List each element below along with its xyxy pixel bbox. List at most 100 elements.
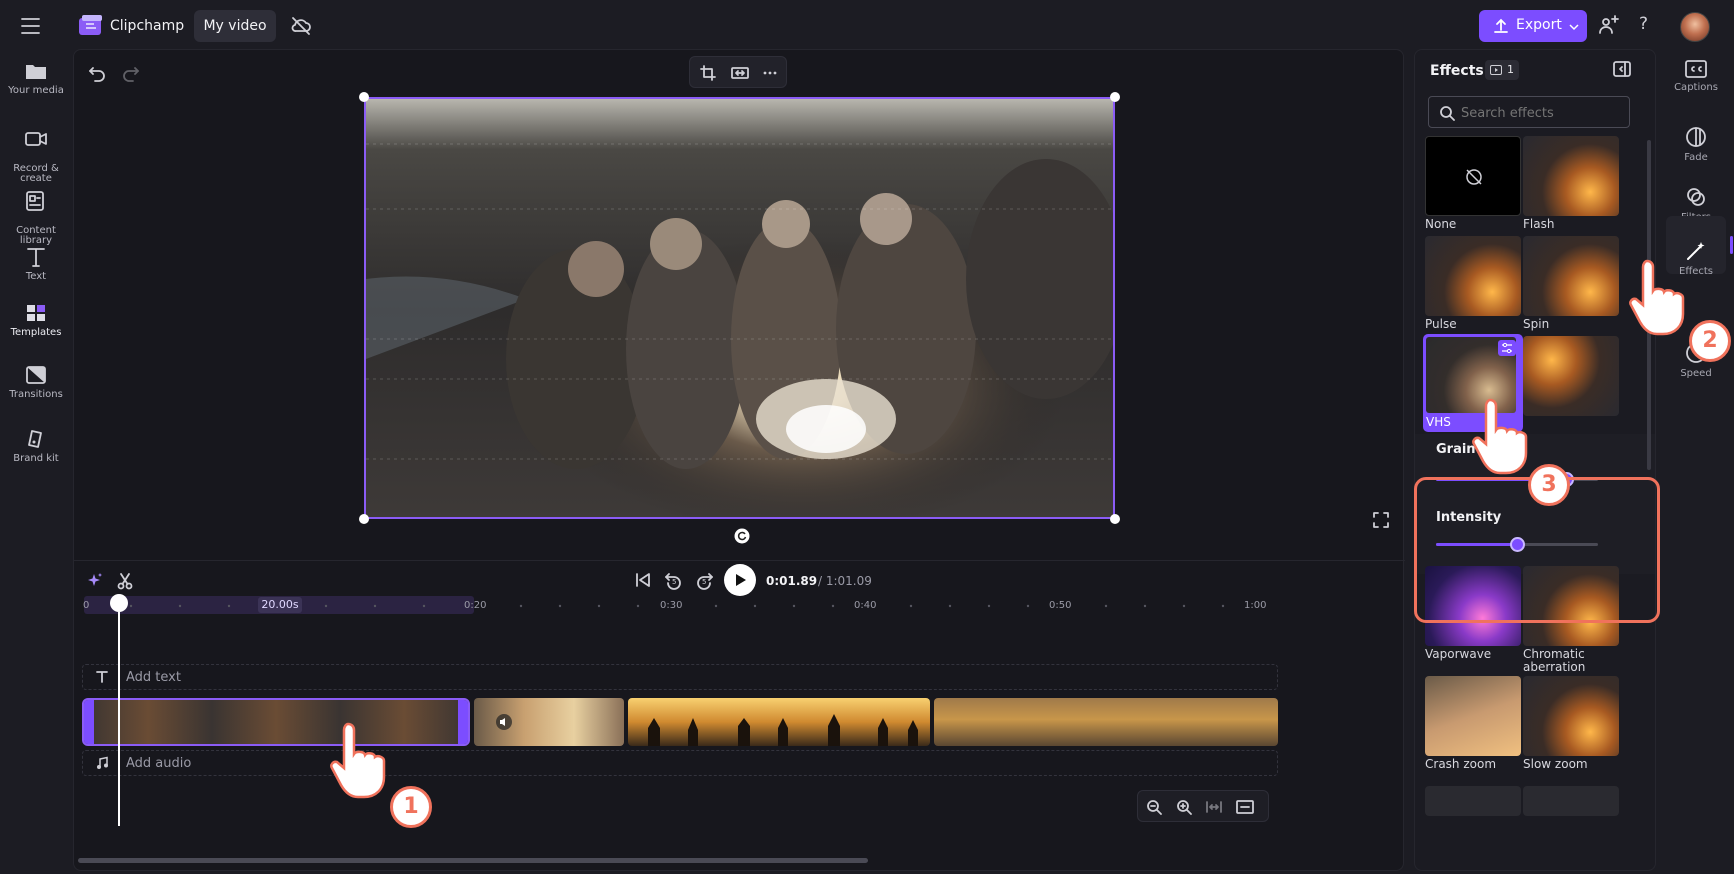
nav-content-library[interactable]: Content library — [0, 180, 72, 256]
play-button[interactable] — [724, 564, 756, 596]
undo-icon[interactable] — [88, 64, 106, 82]
fit-icon[interactable] — [731, 65, 749, 81]
effects-panel-title: Effects — [1430, 63, 1484, 79]
skip-to-start-icon[interactable] — [634, 571, 652, 589]
captions-cc-icon — [1685, 60, 1707, 78]
nav-transitions[interactable]: Transitions — [0, 364, 72, 400]
playhead-handle[interactable] — [110, 594, 128, 612]
add-text-label: Add text — [126, 670, 181, 685]
forward-seconds: 5 — [702, 578, 707, 586]
intensity-slider-thumb[interactable] — [1510, 537, 1525, 552]
nav-templates[interactable]: Templates — [0, 302, 72, 338]
active-nav-indicator — [1730, 236, 1733, 254]
clip-4[interactable] — [934, 698, 1278, 746]
more-options-icon[interactable] — [762, 65, 778, 81]
grain-slider[interactable] — [1436, 472, 1598, 487]
crop-icon[interactable] — [700, 65, 716, 81]
nav-brand-kit[interactable]: Brand kit — [0, 428, 72, 464]
zoom-out-icon[interactable] — [1146, 799, 1162, 815]
effect-tile-pulse[interactable] — [1425, 236, 1521, 316]
video-badge-icon — [1490, 65, 1502, 75]
clip-3[interactable] — [628, 698, 930, 746]
brand-kit-icon — [28, 430, 42, 448]
resize-handle-bottom-left[interactable] — [359, 514, 369, 524]
spin-thumbnail — [1523, 236, 1619, 316]
hamburger-menu-icon[interactable] — [20, 16, 42, 36]
dancing-silhouettes-image — [648, 714, 918, 746]
rewind-5-button[interactable]: 5 — [664, 570, 686, 592]
applied-effects-count: 1 — [1507, 63, 1514, 76]
preview-toolbar — [689, 56, 787, 88]
applied-effects-badge: 1 — [1485, 60, 1519, 80]
resize-handle-top-right[interactable] — [1110, 92, 1120, 102]
split-scissors-icon[interactable] — [116, 572, 134, 590]
effect-label-pulse: Pulse — [1425, 317, 1457, 331]
zoom-controls — [1137, 790, 1269, 822]
fullscreen-icon[interactable] — [1373, 512, 1389, 528]
cloud-sync-off-icon[interactable] — [290, 16, 312, 36]
grain-label: Grain — [1436, 442, 1476, 457]
right-navigation: Captions Fade Filters Effects Speed — [1658, 52, 1734, 874]
zoom-in-icon[interactable] — [1176, 799, 1192, 815]
play-icon — [736, 574, 746, 586]
nav-your-media[interactable]: Your media — [0, 60, 72, 96]
collapse-panel-icon[interactable] — [1613, 60, 1631, 78]
effect-settings-icon[interactable] — [1498, 340, 1516, 356]
nav-templates-label: Templates — [10, 327, 62, 338]
callout-badge-2: 2 — [1689, 320, 1731, 362]
effect-tile-vaporwave[interactable] — [1425, 566, 1521, 646]
resize-handle-bottom-right[interactable] — [1110, 514, 1120, 524]
effect-tile-spin[interactable] — [1523, 236, 1619, 316]
nav-captions[interactable]: Captions — [1658, 60, 1734, 93]
app-name: Clipchamp — [110, 18, 185, 34]
project-title-field[interactable]: My video — [194, 10, 276, 42]
current-time: 0:01.89 — [766, 574, 818, 588]
redo-icon[interactable] — [122, 64, 140, 82]
effect-tile-more-2[interactable] — [1523, 786, 1619, 816]
user-avatar[interactable] — [1680, 12, 1710, 42]
share-people-icon[interactable] — [1598, 15, 1620, 37]
nav-text[interactable]: Text — [0, 246, 72, 282]
search-effects-field[interactable] — [1428, 96, 1630, 128]
effect-tile-more-1[interactable] — [1425, 786, 1521, 816]
expand-timeline-icon[interactable] — [1236, 799, 1254, 815]
clip-trim-handle-right[interactable] — [458, 700, 468, 744]
campfire-scene-image — [366, 99, 1113, 517]
selected-clip-vhs[interactable] — [82, 698, 470, 746]
clip-trim-handle-left[interactable] — [84, 700, 94, 744]
nav-fade[interactable]: Fade — [1658, 126, 1734, 163]
top-bar: Clipchamp My video Export ? — [0, 0, 1734, 52]
effect-tile-crash-zoom[interactable] — [1425, 676, 1521, 756]
search-effects-input[interactable] — [1461, 103, 1621, 123]
text-t-icon — [27, 248, 45, 267]
timeline-scrollbar[interactable] — [78, 858, 868, 863]
text-track[interactable]: Add text — [82, 664, 1278, 690]
effect-tile-slow-zoom[interactable] — [1523, 676, 1619, 756]
forward-5-button[interactable]: 5 — [694, 570, 716, 592]
video-preview[interactable] — [364, 97, 1115, 519]
effect-tile-flash[interactable] — [1523, 136, 1619, 216]
intensity-label: Intensity — [1436, 510, 1502, 525]
clip-2[interactable] — [474, 698, 624, 746]
filters-icon — [1687, 188, 1705, 206]
intensity-slider[interactable] — [1436, 537, 1598, 552]
effect-label-none: None — [1425, 217, 1457, 231]
crash-zoom-thumbnail — [1425, 676, 1521, 756]
music-note-icon — [97, 756, 108, 769]
help-icon[interactable]: ? — [1639, 14, 1648, 34]
effect-tile-chromatic[interactable] — [1523, 566, 1619, 646]
flash-thumbnail — [1523, 136, 1619, 216]
templates-icon — [27, 305, 45, 321]
resize-handle-top-left[interactable] — [359, 92, 369, 102]
effect-label-crash-zoom: Crash zoom — [1425, 757, 1497, 771]
export-button[interactable]: Export — [1479, 10, 1587, 42]
library-icon — [26, 191, 44, 211]
magic-sparkle-icon[interactable] — [86, 572, 104, 590]
audio-track[interactable]: Add audio — [82, 750, 1278, 776]
effect-label-vhs: VHS — [1426, 415, 1451, 429]
playhead-line — [118, 612, 120, 826]
fit-timeline-icon[interactable] — [1206, 799, 1222, 815]
ruler-dots — [129, 604, 1225, 608]
rotate-handle-icon[interactable] — [734, 528, 750, 544]
effect-tile-none[interactable] — [1425, 136, 1521, 216]
